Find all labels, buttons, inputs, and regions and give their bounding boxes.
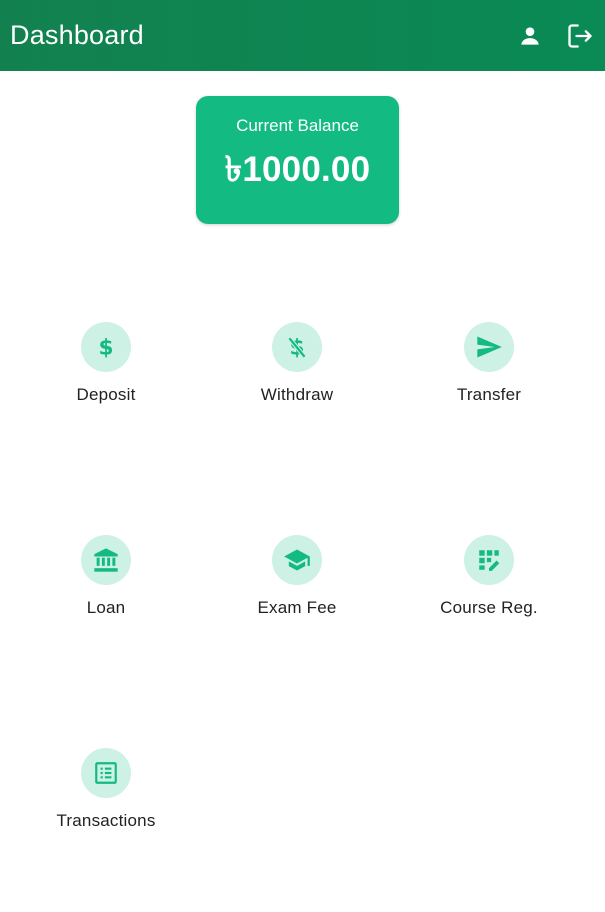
dollar-icon: $ xyxy=(81,322,131,372)
app-bar: Dashboard xyxy=(0,0,605,71)
menu-item-loan[interactable]: Loan xyxy=(21,535,191,645)
menu-item-label: Withdraw xyxy=(260,385,334,404)
person-icon xyxy=(517,23,543,49)
menu-item-transactions[interactable]: Transactions xyxy=(21,748,191,858)
menu-item-deposit[interactable]: $ Deposit xyxy=(21,322,191,432)
logout-icon xyxy=(566,22,594,50)
page-title: Dashboard xyxy=(10,20,144,50)
menu-item-label: Transactions xyxy=(56,811,156,830)
menu-item-course-reg[interactable]: Course Reg. xyxy=(404,535,574,645)
menu-item-label: Exam Fee xyxy=(257,598,337,617)
profile-button[interactable] xyxy=(515,21,545,51)
logout-button[interactable] xyxy=(565,21,595,51)
menu-item-exam-fee[interactable]: Exam Fee xyxy=(212,535,382,645)
menu-item-withdraw[interactable]: $ Withdraw xyxy=(212,322,382,432)
appbar-actions xyxy=(495,21,595,51)
menu-item-transfer[interactable]: Transfer xyxy=(404,322,574,432)
balance-card: Current Balance ৳1000.00 xyxy=(196,96,399,224)
school-icon xyxy=(272,535,322,585)
menu-item-label: Loan xyxy=(86,598,126,617)
app-registration-icon xyxy=(464,535,514,585)
balance-value: ৳1000.00 xyxy=(224,149,371,189)
money-off-icon: $ xyxy=(272,322,322,372)
menu-item-label: Transfer xyxy=(456,385,522,404)
send-icon xyxy=(464,322,514,372)
menu-item-label: Deposit xyxy=(76,385,136,404)
bank-icon xyxy=(81,535,131,585)
list-alt-icon xyxy=(81,748,131,798)
balance-label: Current Balance xyxy=(236,115,359,135)
svg-text:$: $ xyxy=(98,336,113,360)
menu-item-label: Course Reg. xyxy=(440,598,538,617)
